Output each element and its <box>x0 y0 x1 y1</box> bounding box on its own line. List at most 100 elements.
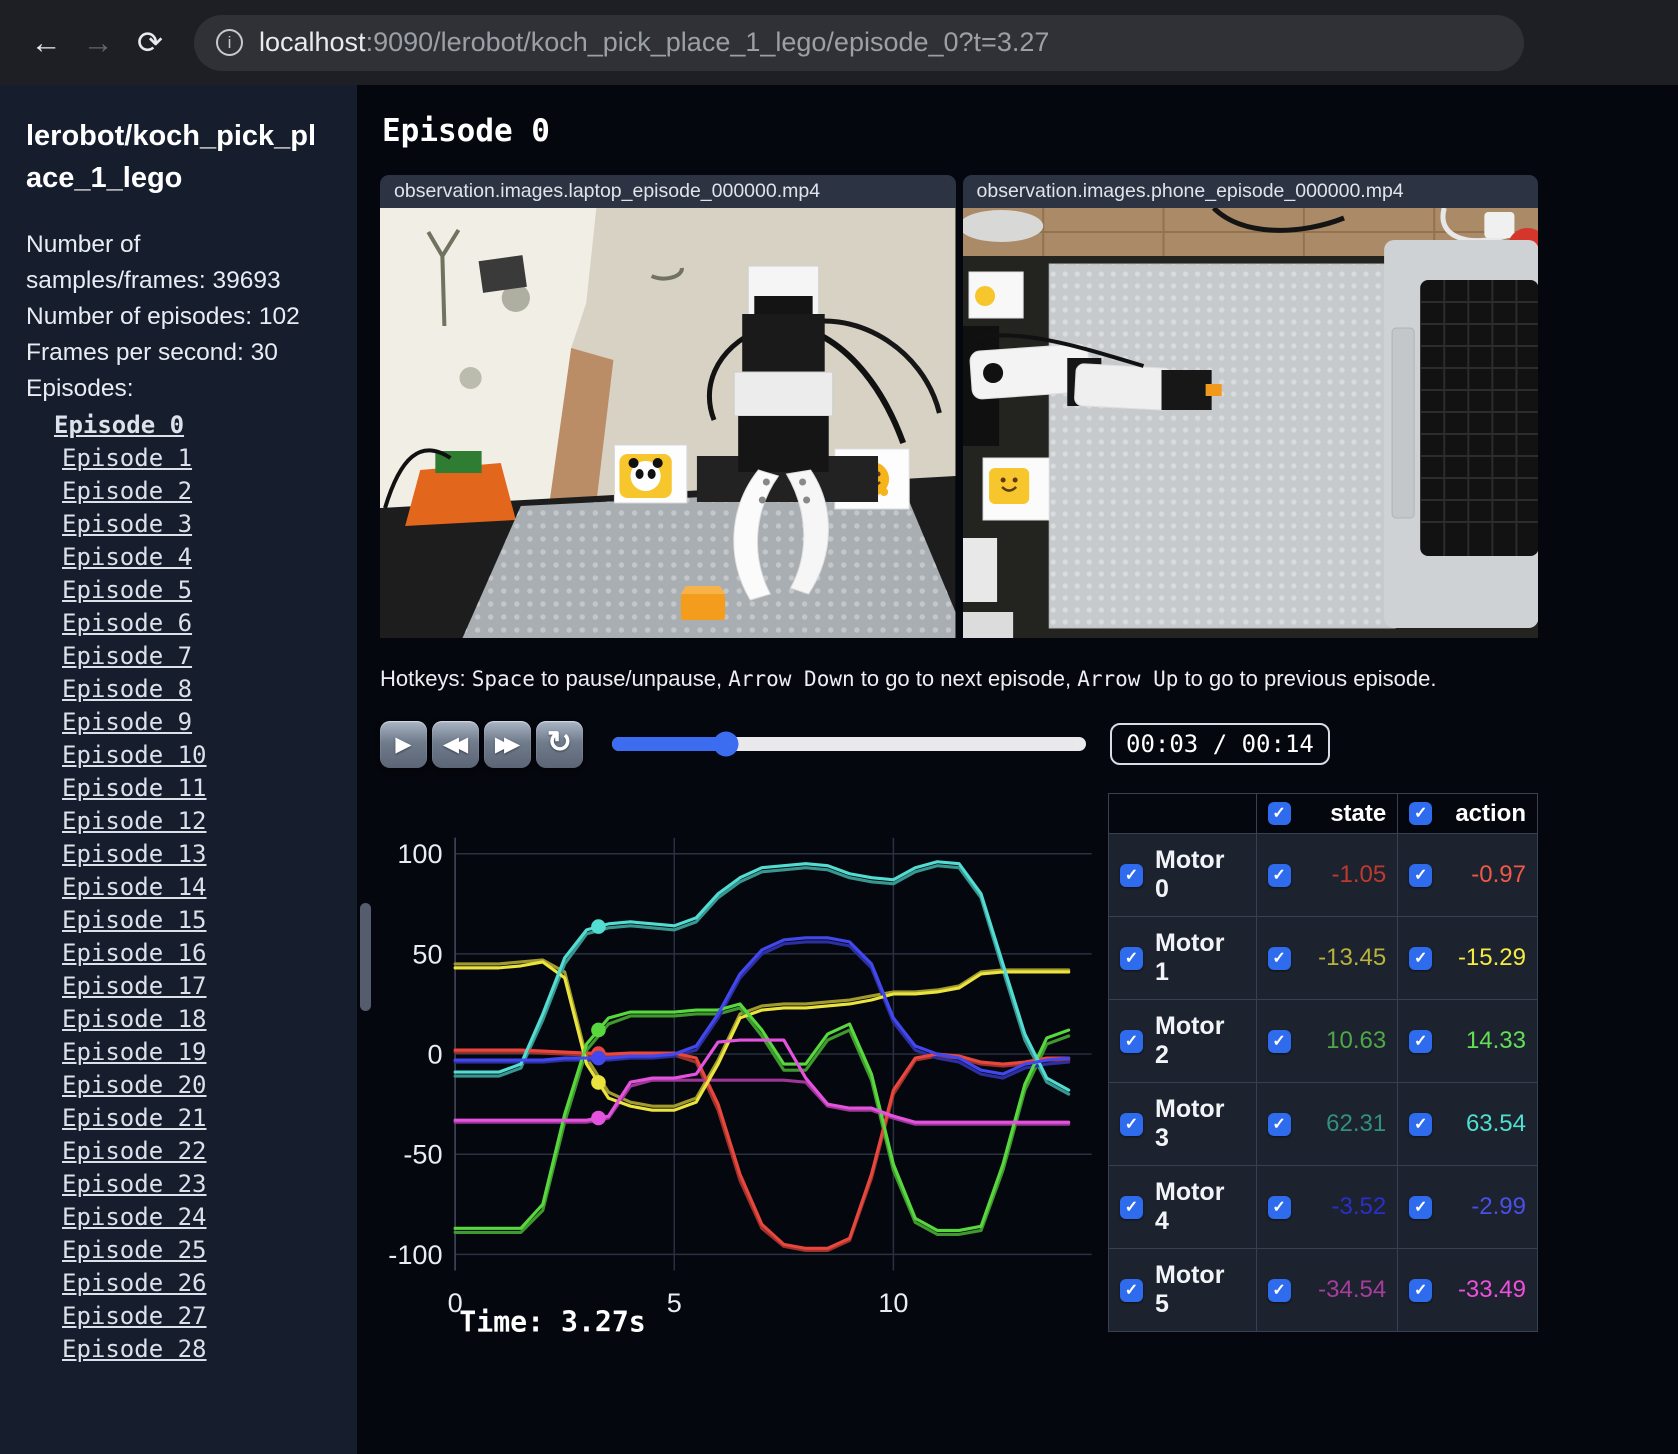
sidebar-episode-link-6[interactable]: Episode 6 <box>62 607 357 640</box>
motor-2-label: Motor 2 <box>1155 1012 1225 1069</box>
player-buttons: ▶ ◀◀ ▶▶ ↻ <box>380 720 588 768</box>
hotkeys-help: Hotkeys: Space to pause/unpause, Arrow D… <box>380 666 1538 692</box>
motor-5-action-checkbox[interactable]: ✓ <box>1409 1278 1433 1302</box>
motor-2-checkbox[interactable]: ✓ <box>1120 1029 1143 1053</box>
current-time-dot-motor-5-action <box>591 1110 606 1126</box>
x-tick-label: 5 <box>667 1287 682 1318</box>
url-host: localhost <box>259 27 366 57</box>
play-button[interactable]: ▶ <box>380 720 427 768</box>
motor-chart[interactable]: 0 5 10 100 50 0 -50 -100 Time: 3.27s <box>380 793 1100 1336</box>
sidebar-episode-link-18[interactable]: Episode 18 <box>62 1003 357 1036</box>
reload-icon[interactable]: ⟳ <box>124 25 176 61</box>
url-path: :9090/lerobot/koch_pick_place_1_lego/epi… <box>365 27 1050 57</box>
slider-thumb[interactable] <box>713 731 739 757</box>
table-row-motor-0: ✓ Motor 0 ✓ -1.05 ✓ -0.97 <box>1108 833 1538 917</box>
sidebar-episode-link-8[interactable]: Episode 8 <box>62 673 357 706</box>
motor-1-label: Motor 1 <box>1155 929 1225 986</box>
sidebar-episode-link-10[interactable]: Episode 10 <box>62 739 357 772</box>
fast-forward-icon: ▶▶ <box>494 732 520 756</box>
series-motor-5-state <box>453 1078 1071 1126</box>
url-text[interactable]: localhost:9090/lerobot/koch_pick_place_1… <box>259 27 1049 58</box>
forward-icon[interactable]: → <box>72 25 124 61</box>
motor-5-checkbox[interactable]: ✓ <box>1120 1278 1143 1302</box>
sidebar-episode-link-0[interactable]: Episode 0 <box>54 409 357 442</box>
motor-5-state-checkbox[interactable]: ✓ <box>1267 1278 1291 1302</box>
motor-3-state-checkbox[interactable]: ✓ <box>1267 1112 1291 1136</box>
samples-count: Number of samples/frames: 39693 <box>26 231 281 295</box>
video-card-phone: observation.images.phone_episode_000000.… <box>962 175 1538 638</box>
sidebar-episode-link-1[interactable]: Episode 1 <box>62 442 357 475</box>
phone-video[interactable] <box>962 208 1538 638</box>
motor-1-action-checkbox[interactable]: ✓ <box>1409 946 1433 970</box>
address-bar[interactable]: i localhost:9090/lerobot/koch_pick_place… <box>194 14 1524 71</box>
rewind-button[interactable]: ◀◀ <box>432 720 479 768</box>
sidebar-episode-link-27[interactable]: Episode 27 <box>62 1300 357 1333</box>
sidebar-scrollbar-thumb[interactable] <box>360 903 371 1011</box>
sidebar-episode-link-12[interactable]: Episode 12 <box>62 805 357 838</box>
motor-0-action-value: -0.97 <box>1471 861 1526 888</box>
series-motor-1-state <box>453 958 1071 1108</box>
sidebar-episode-link-25[interactable]: Episode 25 <box>62 1234 357 1267</box>
sidebar-episode-link-23[interactable]: Episode 23 <box>62 1168 357 1201</box>
motor-1-state-checkbox[interactable]: ✓ <box>1267 946 1291 970</box>
sidebar-episode-link-11[interactable]: Episode 11 <box>62 772 357 805</box>
laptop-video[interactable] <box>380 208 956 638</box>
sidebar-episode-link-22[interactable]: Episode 22 <box>62 1135 357 1168</box>
videos-row: observation.images.laptop_episode_000000… <box>380 175 1538 638</box>
sidebar-episode-link-28[interactable]: Episode 28 <box>62 1333 357 1366</box>
dataset-title: lerobot/koch_pick_place_1_lego <box>26 120 317 195</box>
video-title-laptop: observation.images.laptop_episode_000000… <box>380 175 956 208</box>
motor-3-state-value: 62.31 <box>1326 1110 1387 1137</box>
motor-4-checkbox[interactable]: ✓ <box>1120 1195 1143 1219</box>
shirt-print <box>478 255 527 293</box>
motor-0-checkbox[interactable]: ✓ <box>1120 863 1143 887</box>
motor-4-action-checkbox[interactable]: ✓ <box>1409 1195 1433 1219</box>
sidebar-episode-link-26[interactable]: Episode 26 <box>62 1267 357 1300</box>
sidebar-episode-link-16[interactable]: Episode 16 <box>62 937 357 970</box>
sidebar-episode-link-20[interactable]: Episode 20 <box>62 1069 357 1102</box>
table-header-empty <box>1108 793 1257 834</box>
motor-2-action-checkbox[interactable]: ✓ <box>1409 1029 1433 1053</box>
y-tick-label: 100 <box>397 838 442 869</box>
loop-button[interactable]: ↻ <box>536 720 583 768</box>
state-column-checkbox[interactable]: ✓ <box>1267 802 1291 825</box>
motor-4-state-value: -3.52 <box>1331 1193 1387 1220</box>
sidebar-episode-link-9[interactable]: Episode 9 <box>62 706 357 739</box>
lego-brick <box>680 594 726 620</box>
laptop-video-frame <box>380 208 956 638</box>
sidebar-episode-link-19[interactable]: Episode 19 <box>62 1036 357 1069</box>
motor-1-checkbox[interactable]: ✓ <box>1120 946 1143 970</box>
action-column-label: action <box>1455 799 1526 827</box>
loop-icon: ↻ <box>546 725 573 759</box>
sidebar-episode-link-2[interactable]: Episode 2 <box>62 475 357 508</box>
current-time-dot-motor-2-action <box>591 1022 606 1038</box>
motor-5-state-value: -34.54 <box>1318 1276 1387 1303</box>
motor-3-checkbox[interactable]: ✓ <box>1120 1112 1143 1136</box>
back-icon[interactable]: ← <box>20 25 72 61</box>
hotkey-text-segment: to pause/unpause, <box>534 666 729 691</box>
white-part <box>962 538 997 602</box>
sidebar-episode-link-17[interactable]: Episode 17 <box>62 970 357 1003</box>
motor-0-state-checkbox[interactable]: ✓ <box>1267 863 1291 887</box>
motor-4-state-checkbox[interactable]: ✓ <box>1267 1195 1291 1219</box>
action-column-checkbox[interactable]: ✓ <box>1409 802 1433 825</box>
sidebar-episode-link-5[interactable]: Episode 5 <box>62 574 357 607</box>
table-row-motor-5: ✓ Motor 5 ✓ -34.54 ✓ -33.49 <box>1108 1248 1538 1332</box>
motor-2-state-checkbox[interactable]: ✓ <box>1267 1029 1291 1053</box>
motor-0-action-checkbox[interactable]: ✓ <box>1409 863 1433 887</box>
motor-3-action-checkbox[interactable]: ✓ <box>1409 1112 1433 1136</box>
y-tick-label: -50 <box>403 1139 442 1170</box>
hotkey-text-segment: Arrow Down <box>728 667 855 691</box>
sidebar-episode-link-3[interactable]: Episode 3 <box>62 508 357 541</box>
sidebar-episode-link-15[interactable]: Episode 15 <box>62 904 357 937</box>
sidebar-episode-link-14[interactable]: Episode 14 <box>62 871 357 904</box>
sidebar-episode-link-21[interactable]: Episode 21 <box>62 1102 357 1135</box>
fast-forward-button[interactable]: ▶▶ <box>484 720 531 768</box>
seek-slider[interactable] <box>612 731 1086 757</box>
sidebar-episode-link-4[interactable]: Episode 4 <box>62 541 357 574</box>
sidebar-episode-link-24[interactable]: Episode 24 <box>62 1201 357 1234</box>
sidebar-episode-link-13[interactable]: Episode 13 <box>62 838 357 871</box>
play-icon: ▶ <box>395 732 412 756</box>
sidebar-episode-link-7[interactable]: Episode 7 <box>62 640 357 673</box>
site-info-icon[interactable]: i <box>216 29 243 56</box>
